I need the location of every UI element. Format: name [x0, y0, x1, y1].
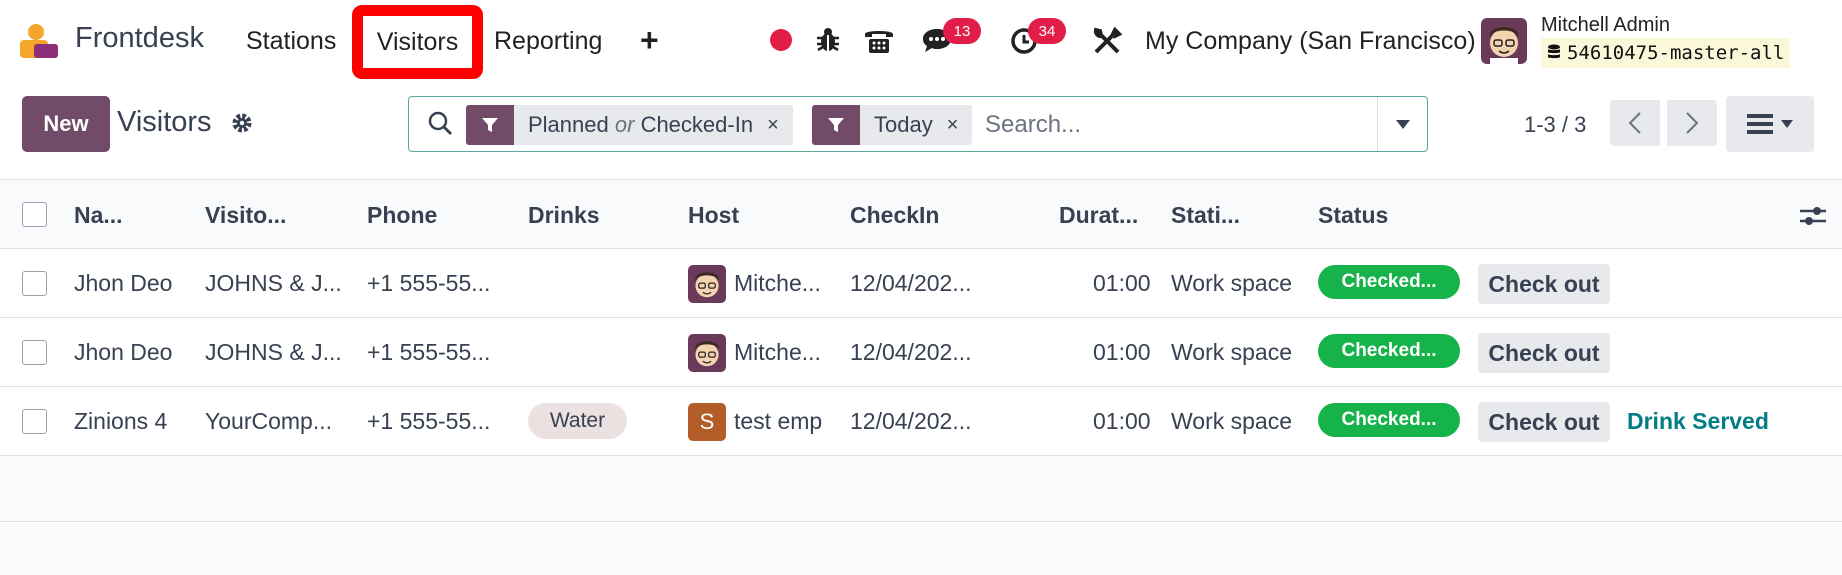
drink-served-button[interactable]: Drink Served: [1627, 408, 1769, 435]
host-name: test emp: [734, 408, 823, 434]
column-name[interactable]: Na...: [74, 202, 123, 229]
station: Work space: [1171, 339, 1293, 365]
visitor-company: JOHNS & J...: [205, 270, 342, 296]
visitor-company: JOHNS & J...: [205, 339, 342, 365]
column-duration[interactable]: Durat...: [1059, 202, 1138, 229]
phone-icon[interactable]: [863, 24, 895, 56]
search-input[interactable]: [985, 105, 1365, 145]
pager-next-button[interactable]: [1667, 100, 1717, 146]
drink-tag: Water: [528, 403, 627, 439]
table-header: Na... Visito... Phone Drinks Host CheckI…: [0, 181, 1842, 249]
menu-visitors[interactable]: Visitors: [352, 5, 483, 79]
pager-value[interactable]: 1-3 / 3: [1524, 112, 1586, 138]
table-row[interactable]: Zinions 4 YourComp... +1 555-55... Water…: [0, 387, 1842, 456]
status-badge: Checked...: [1318, 334, 1460, 368]
table-row[interactable]: Jhon Deo JOHNS & J... +1 555-55... Mitch…: [0, 249, 1842, 318]
duration: 01:00: [1093, 270, 1151, 296]
checkin-time: 12/04/202...: [850, 339, 972, 365]
chevron-right-icon: [1686, 112, 1698, 134]
column-drinks[interactable]: Drinks: [528, 202, 600, 229]
facet-or: or: [614, 112, 635, 137]
host-name: Mitche...: [734, 339, 821, 365]
plus-icon[interactable]: +: [640, 22, 659, 59]
column-host[interactable]: Host: [688, 202, 739, 229]
filter-facet-status[interactable]: Planned or Checked-In ×: [466, 105, 793, 145]
caret-down-icon: [1781, 120, 1793, 128]
checkin-time: 12/04/202...: [850, 270, 972, 296]
duration: 01:00: [1093, 408, 1151, 434]
visitor-name: Jhon Deo: [74, 339, 173, 365]
caret-down-icon: [1395, 119, 1410, 129]
pager-previous-button[interactable]: [1610, 100, 1660, 146]
select-all-checkbox[interactable]: [22, 202, 47, 227]
visitors-list: Na... Visito... Phone Drinks Host CheckI…: [0, 181, 1842, 456]
facet-remove-icon[interactable]: ×: [947, 114, 973, 137]
visitor-phone: +1 555-55...: [367, 270, 491, 296]
visitor-company: YourComp...: [205, 408, 332, 434]
visitor-name: Zinions 4: [74, 408, 168, 434]
column-station[interactable]: Stati...: [1171, 202, 1240, 229]
frontdesk-app-icon[interactable]: [20, 24, 60, 60]
bug-icon[interactable]: [815, 26, 841, 54]
search-bar[interactable]: Planned or Checked-In × Today ×: [408, 96, 1428, 152]
visitor-phone: +1 555-55...: [367, 408, 491, 434]
tools-icon[interactable]: [1092, 26, 1122, 56]
row-checkbox[interactable]: [22, 340, 47, 365]
facet-value-today: Today: [874, 112, 933, 137]
duration: 01:00: [1093, 339, 1151, 365]
table-row[interactable]: Jhon Deo JOHNS & J... +1 555-55... Mitch…: [0, 318, 1842, 387]
host-avatar: S: [688, 403, 726, 441]
host-avatar: [688, 334, 726, 372]
status-badge: Checked...: [1318, 403, 1460, 437]
page-title: Visitors: [117, 106, 212, 138]
menu-visitors-label: Visitors: [376, 27, 459, 56]
host-name: Mitche...: [734, 270, 821, 296]
host-avatar: [688, 265, 726, 303]
search-options-toggle[interactable]: [1377, 97, 1427, 151]
chat-badge: 13: [943, 18, 981, 44]
visitor-phone: +1 555-55...: [367, 339, 491, 365]
database-icon: [1548, 44, 1560, 59]
new-button[interactable]: New: [22, 96, 110, 152]
user-avatar[interactable]: [1481, 18, 1527, 64]
station: Work space: [1171, 408, 1293, 434]
visitor-name: Jhon Deo: [74, 270, 173, 296]
check-out-button[interactable]: Check out: [1478, 402, 1610, 442]
company-switcher[interactable]: My Company (San Francisco): [1145, 27, 1476, 56]
database-name: 54610475-master-all: [1567, 42, 1785, 64]
facet-remove-icon[interactable]: ×: [767, 114, 793, 137]
row-checkbox[interactable]: [22, 409, 47, 434]
optional-columns-icon[interactable]: [1800, 205, 1826, 227]
filter-icon: [466, 105, 514, 145]
menu-reporting[interactable]: Reporting: [494, 27, 602, 56]
view-switcher-button[interactable]: [1726, 96, 1814, 152]
checkin-time: 12/04/202...: [850, 408, 972, 434]
menu-stations[interactable]: Stations: [246, 27, 336, 56]
filter-icon: [812, 105, 860, 145]
column-checkin[interactable]: CheckIn: [850, 202, 939, 229]
facet-value-planned: Planned: [528, 112, 609, 137]
top-navbar: Frontdesk Stations Visitors Reporting + …: [0, 0, 1842, 82]
empty-list-area: [0, 457, 1842, 522]
record-icon[interactable]: [770, 29, 792, 51]
activity-badge: 34: [1028, 18, 1066, 44]
filter-facet-today[interactable]: Today ×: [812, 105, 973, 145]
control-panel: New Visitors Planned or Checked-In × Tod…: [0, 82, 1842, 180]
database-badge: 54610475-master-all: [1541, 38, 1791, 68]
row-checkbox[interactable]: [22, 271, 47, 296]
column-visitor-company[interactable]: Visito...: [205, 202, 286, 229]
check-out-button[interactable]: Check out: [1478, 333, 1610, 373]
chevron-left-icon: [1629, 112, 1641, 134]
column-status[interactable]: Status: [1318, 202, 1388, 229]
check-out-button[interactable]: Check out: [1478, 264, 1610, 304]
list-view-icon: [1747, 114, 1773, 134]
user-name[interactable]: Mitchell Admin: [1541, 14, 1670, 37]
status-badge: Checked...: [1318, 265, 1460, 299]
facet-value-checked-in: Checked-In: [640, 112, 754, 137]
column-phone[interactable]: Phone: [367, 202, 437, 229]
app-name[interactable]: Frontdesk: [75, 22, 204, 55]
gear-icon[interactable]: [231, 112, 253, 134]
station: Work space: [1171, 270, 1293, 296]
search-icon: [427, 110, 453, 136]
